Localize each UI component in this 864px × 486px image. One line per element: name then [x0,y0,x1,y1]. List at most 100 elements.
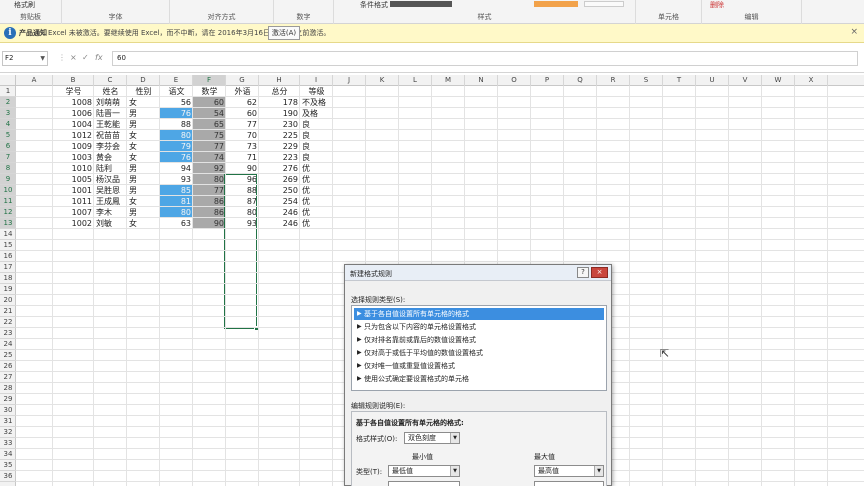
column-header-row: ABCDEFGHIJKLMNOPQRSTUVWX [0,75,864,86]
column-header-s[interactable]: S [630,75,663,86]
row-header-8[interactable]: 8 [0,163,16,174]
row-header-11[interactable]: 11 [0,196,16,207]
column-header-d[interactable]: D [127,75,160,86]
edit-rule-label: 编辑规则说明(E): [351,402,406,410]
row-header-25[interactable]: 25 [0,350,16,361]
column-header-b[interactable]: B [53,75,94,86]
row-header-14[interactable]: 14 [0,229,16,240]
row-header-15[interactable]: 15 [0,240,16,251]
row-header-23[interactable]: 23 [0,328,16,339]
delete-button[interactable]: 删除 [710,0,724,10]
style-swatch-dark[interactable] [390,1,452,7]
column-header-o[interactable]: O [498,75,531,86]
ribbon-group-clipboard: 格式刷 剪贴板 [0,0,62,24]
row-header-32[interactable]: 32 [0,427,16,438]
rule-type-list[interactable]: ▶ 基于各自值设置所有单元格的格式 ▶ 只为包含以下内容的单元格设置格式 ▶ 仅对排名靠前… [351,305,607,391]
row-header-35[interactable]: 35 [0,460,16,471]
format-style-select[interactable]: 双色刻度 ▼ [404,432,460,444]
column-header-x[interactable]: X [795,75,828,86]
row-header-33[interactable]: 33 [0,438,16,449]
column-header-c[interactable]: C [94,75,127,86]
ribbon-group-label: 数字 [296,13,311,21]
row-header-5[interactable]: 5 [0,130,16,141]
column-header-t[interactable]: T [663,75,696,86]
column-header-j[interactable]: J [333,75,366,86]
close-icon[interactable]: × [591,267,608,278]
style-swatch-orange[interactable] [534,1,578,7]
ribbon-group-label: 字体 [108,13,123,21]
ribbon-group-number: 数字 [274,0,334,24]
name-box-value: F2 [5,54,14,62]
formula-input[interactable]: 60 [112,51,858,66]
chevron-down-icon[interactable]: ▼ [40,52,45,65]
activate-button[interactable]: 激活(A) [268,26,300,40]
row-header-18[interactable]: 18 [0,273,16,284]
column-header-k[interactable]: K [366,75,399,86]
column-header-p[interactable]: P [531,75,564,86]
select-all-corner[interactable] [0,75,16,86]
row-header-1[interactable]: 1 [0,86,16,97]
row-header-9[interactable]: 9 [0,174,16,185]
column-header-f[interactable]: F [193,75,226,86]
row-header-6[interactable]: 6 [0,141,16,152]
row-header-27[interactable]: 27 [0,372,16,383]
format-painter-button[interactable]: 格式刷 [14,0,35,10]
rule-type-item[interactable]: ▶ 仅对唯一值或重复值设置格式 [354,360,604,372]
column-header-g[interactable]: G [226,75,259,86]
column-header-r[interactable]: R [597,75,630,86]
enter-icon[interactable]: ✓ [82,53,89,62]
row-header-4[interactable]: 4 [0,119,16,130]
row-header-28[interactable]: 28 [0,383,16,394]
new-format-rule-dialog: 新建格式规则 ? × 选择规则类型(S): ▶ 基于各自值设置所有单元格的格式 ▶ 只… [344,264,612,486]
column-header-h[interactable]: H [259,75,300,86]
rule-type-item[interactable]: ▶ 只为包含以下内容的单元格设置格式 [354,321,604,333]
rule-type-item[interactable]: ▶ 仅对高于或低于平均值的数值设置格式 [354,347,604,359]
column-header-l[interactable]: L [399,75,432,86]
rule-type-item[interactable]: ▶ 使用公式确定要设置格式的单元格 [354,373,604,385]
conditional-format-button[interactable]: 条件格式 [360,0,388,10]
column-header-w[interactable]: W [762,75,795,86]
row-header-24[interactable]: 24 [0,339,16,350]
row-header-16[interactable]: 16 [0,251,16,262]
rule-type-item[interactable]: ▶ 基于各自值设置所有单元格的格式 [354,308,604,320]
column-header-m[interactable]: M [432,75,465,86]
column-header-q[interactable]: Q [564,75,597,86]
row-header-10[interactable]: 10 [0,185,16,196]
row-header-2[interactable]: 2 [0,97,16,108]
row-header-30[interactable]: 30 [0,405,16,416]
row-header-20[interactable]: 20 [0,295,16,306]
min-value-input[interactable] [388,481,460,486]
row-header-22[interactable]: 22 [0,317,16,328]
column-header-e[interactable]: E [160,75,193,86]
row-header-13[interactable]: 13 [0,218,16,229]
column-header-i[interactable]: I [300,75,333,86]
column-header-n[interactable]: N [465,75,498,86]
row-header-34[interactable]: 34 [0,449,16,460]
max-value-input[interactable] [534,481,604,486]
row-header-26[interactable]: 26 [0,361,16,372]
row-header-36[interactable]: 36 [0,471,16,482]
column-header-v[interactable]: V [729,75,762,86]
ribbon-group-styles: 条件格式 样式 [334,0,636,24]
style-swatch-light[interactable] [584,1,624,7]
cancel-icon[interactable]: × [70,53,77,62]
rule-type-item[interactable]: ▶ 仅对排名靠前或靠后的数值设置格式 [354,334,604,346]
row-header-3[interactable]: 3 [0,108,16,119]
row-header-29[interactable]: 29 [0,394,16,405]
row-header-17[interactable]: 17 [0,262,16,273]
max-type-select[interactable]: 最高值 ▼ [534,465,604,477]
column-header-a[interactable]: A [16,75,53,86]
name-box[interactable]: F2 ▼ [2,51,48,66]
close-icon[interactable]: × [850,27,858,37]
row-header-31[interactable]: 31 [0,416,16,427]
fx-icon[interactable]: fx [95,53,103,62]
row-header-21[interactable]: 21 [0,306,16,317]
row-header-12[interactable]: 12 [0,207,16,218]
help-icon[interactable]: ? [577,267,589,278]
column-header-u[interactable]: U [696,75,729,86]
row-header-7[interactable]: 7 [0,152,16,163]
row-header-19[interactable]: 19 [0,284,16,295]
desc-title: 基于各自值设置所有单元格的格式: [356,419,464,427]
min-type-select[interactable]: 最低值 ▼ [388,465,460,477]
chevron-down-icon: ▼ [594,466,603,476]
